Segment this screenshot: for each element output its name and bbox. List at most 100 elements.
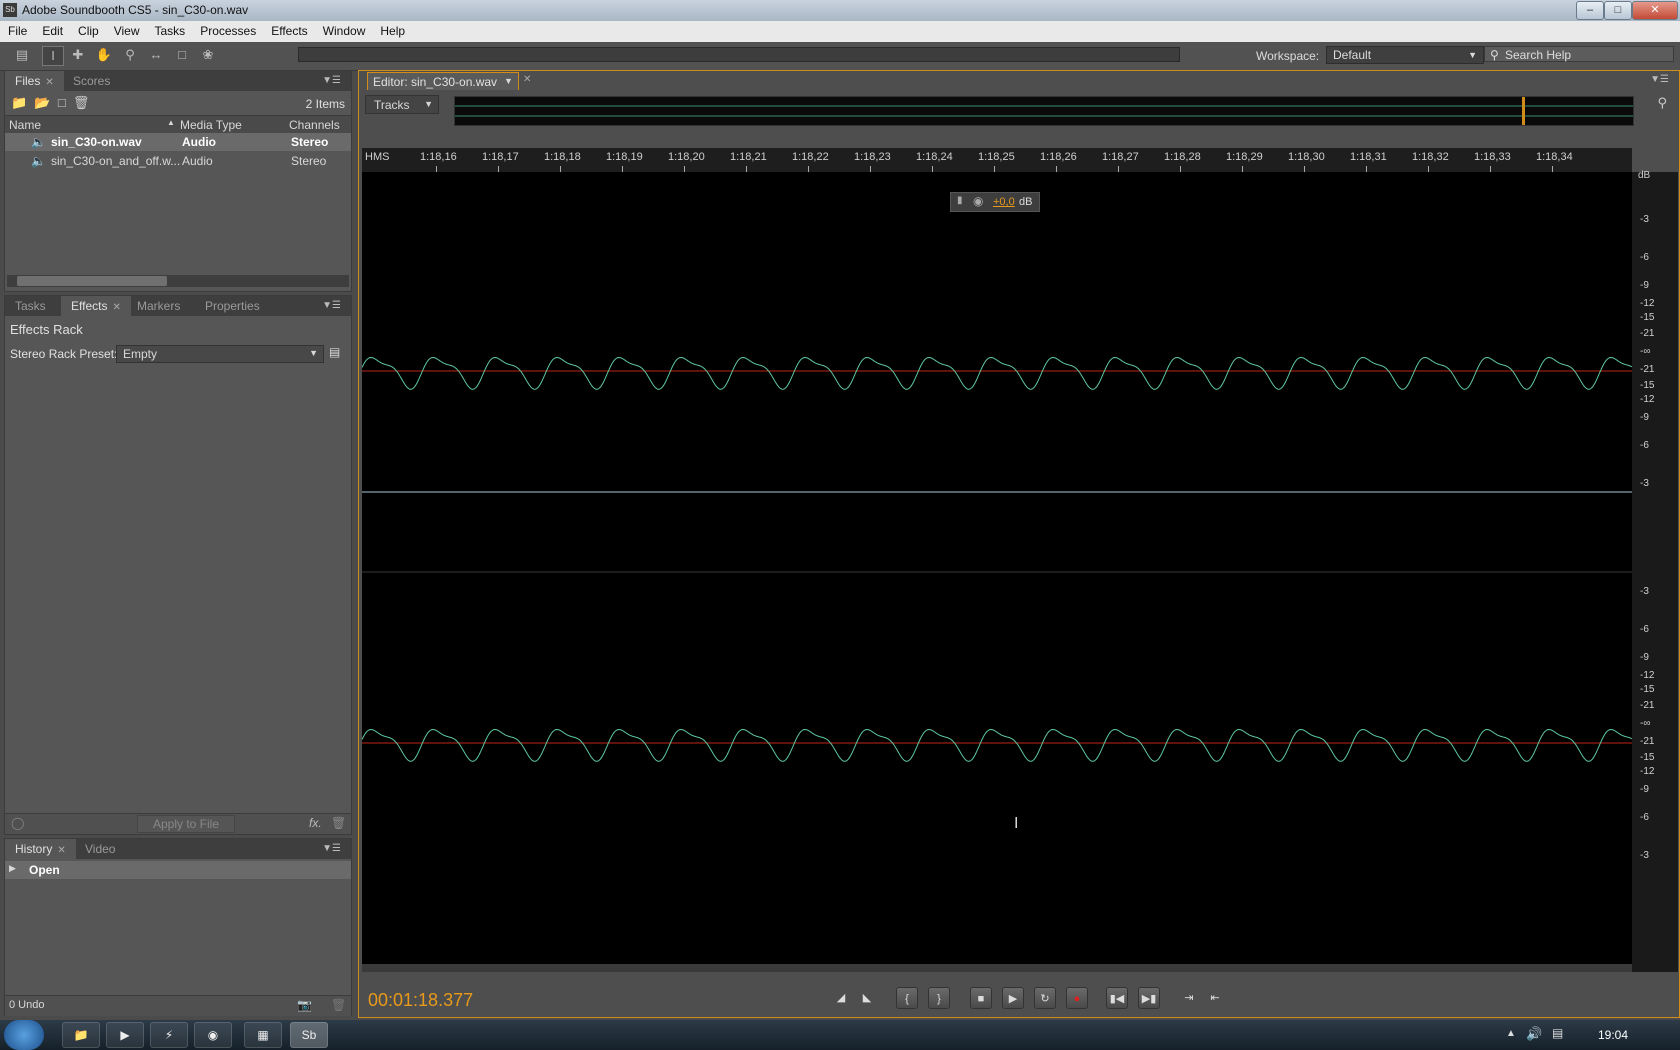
db-tick-label: -15 [1640, 752, 1655, 763]
tab-scores[interactable]: Scores [63, 71, 120, 91]
zoom-tool-icon[interactable]: ⚲ [120, 46, 140, 64]
row-channels: Stereo [291, 154, 327, 168]
loop-button[interactable]: ↻ [1034, 987, 1056, 1009]
network-icon[interactable]: ▤ [1552, 1026, 1563, 1040]
record-button[interactable]: ● [1066, 987, 1088, 1009]
overview-waveform[interactable] [454, 96, 1634, 126]
camera-icon[interactable]: 📷 [297, 998, 312, 1012]
column-channels[interactable]: Channels [289, 118, 340, 132]
db-tick-label: -15 [1640, 380, 1655, 391]
menu-edit[interactable]: Edit [34, 21, 70, 38]
db-tick-label: -12 [1640, 766, 1655, 777]
tab-history[interactable]: History ✕ [5, 839, 76, 859]
waveform-display[interactable]: ▮ ◉ +0,0 dB I [361, 172, 1633, 972]
search-placeholder: Search Help [1505, 48, 1572, 62]
tab-markers[interactable]: Markers [127, 296, 190, 316]
next-marker-button[interactable]: } [928, 987, 950, 1009]
gain-value[interactable]: +0,0 [993, 196, 1015, 208]
knob-icon[interactable]: ◉ [973, 194, 983, 208]
menu-clip[interactable]: Clip [70, 21, 106, 38]
go-to-end-button[interactable]: ▶▮ [1138, 987, 1160, 1009]
explorer-icon[interactable]: 📁 [62, 1022, 100, 1048]
menu-view[interactable]: View [106, 21, 147, 38]
tab-properties[interactable]: Properties [195, 296, 270, 316]
chevron-down-icon[interactable]: ▼ [504, 76, 513, 86]
soundbooth-taskbar-icon[interactable]: Sb [290, 1022, 328, 1048]
apply-to-file-button[interactable]: Apply to File [137, 815, 235, 833]
column-name[interactable]: Name [9, 118, 41, 132]
trash-icon[interactable]: 🗑 [331, 998, 346, 1012]
time-ruler[interactable]: HMS 1:18,16 1:18,17 1:18,18 1:18,19 1:18,20 1… [362, 148, 1632, 172]
minimize-button[interactable]: – [1576, 1, 1604, 20]
close-icon: ✕ [112, 302, 121, 313]
tab-editor[interactable]: Editor: sin_C30-on.wav ▼ [367, 72, 519, 90]
close-icon[interactable]: ✕ [523, 74, 531, 85]
db-tick-label: -6 [1640, 812, 1649, 823]
menu-window[interactable]: Window [315, 21, 373, 38]
db-tick-label: -21 [1640, 328, 1655, 339]
time-selection-tool-icon[interactable]: I [42, 46, 64, 66]
mixer-tool-icon[interactable]: ▤ [12, 46, 32, 64]
view-mode-select[interactable]: Tracks ▼ [365, 95, 439, 114]
row-name: sin_C30-on.wav [51, 135, 142, 149]
scrollbar-thumb[interactable] [17, 276, 167, 286]
menu-help[interactable]: Help [372, 21, 412, 38]
hand-tool-icon[interactable]: ✋ [94, 46, 114, 64]
ruler-tick-label: 1:18,21 [730, 151, 767, 163]
search-help-input[interactable]: ⚲ Search Help [1484, 46, 1674, 62]
db-tick-label: -9 [1640, 784, 1649, 795]
timecode-display[interactable]: 00:01:18.377 [368, 990, 473, 1011]
fade-in-icon[interactable]: ◢ [830, 987, 852, 1009]
app-icon[interactable]: ⚡ [150, 1022, 188, 1048]
files-toolbar-icons[interactable]: 📁 📂 □ 🗑 [11, 95, 89, 111]
frequency-tool-icon[interactable]: ↔ [146, 46, 166, 64]
panel-menu-icon[interactable]: ▼☰ [322, 75, 341, 86]
tray-arrow-icon[interactable]: ▲ [1506, 1028, 1516, 1039]
panel-menu-icon[interactable]: ▼☰ [322, 843, 341, 854]
fade-out-icon[interactable]: ◣ [856, 987, 878, 1009]
trash-icon[interactable]: 🗑 [331, 816, 346, 830]
panel-menu-icon[interactable]: ▼☰ [322, 300, 341, 311]
media-player-icon[interactable]: ▶ [106, 1022, 144, 1048]
prev-marker-button[interactable]: { [896, 987, 918, 1009]
zoom-search-icon[interactable]: ⚲ [1657, 95, 1667, 111]
tab-video[interactable]: Video [75, 839, 125, 859]
ruler-tick-label: 1:18,29 [1226, 151, 1263, 163]
close-button[interactable]: ✕ [1632, 1, 1678, 20]
panel-menu-icon[interactable]: ▼☰ [1650, 74, 1669, 85]
menu-processes[interactable]: Processes [192, 21, 263, 38]
preset-select[interactable]: Empty ▼ [116, 345, 324, 363]
history-item[interactable]: ▶ Open [5, 861, 351, 879]
table-row[interactable]: 🔈 sin_C30-on.wav Audio Stereo [5, 133, 351, 151]
tab-tasks[interactable]: Tasks [5, 296, 56, 316]
column-media-type[interactable]: Media Type [180, 118, 242, 132]
search-icon: ⚲ [1490, 48, 1499, 62]
clock[interactable]: 19:04 [1598, 1028, 1628, 1042]
volume-icon[interactable]: 🔊 [1526, 1026, 1542, 1042]
rectangle-marquee-icon[interactable]: □ [172, 46, 192, 64]
start-button-icon[interactable] [4, 1020, 44, 1050]
zoom-in-time-icon[interactable]: ⇥ [1178, 987, 1200, 1009]
save-preset-icon[interactable]: ▤ [329, 345, 340, 359]
lasso-tool-icon[interactable]: ❀ [198, 46, 218, 64]
terminal-icon[interactable]: ▦ [244, 1022, 282, 1048]
tab-files[interactable]: Files ✕ [5, 71, 64, 91]
maximize-button[interactable]: □ [1604, 1, 1632, 20]
zoom-out-time-icon[interactable]: ⇤ [1204, 987, 1226, 1009]
move-tool-icon[interactable]: ✚ [68, 46, 88, 64]
fx-icon[interactable]: fx. [309, 816, 322, 830]
table-row[interactable]: 🔈 sin_C30-on_and_off.w... Audio Stereo [5, 152, 351, 170]
firefox-icon[interactable]: ◉ [194, 1022, 232, 1048]
menu-tasks[interactable]: Tasks [147, 21, 193, 38]
gain-hud[interactable]: ▮ ◉ +0,0 dB [950, 192, 1040, 212]
tab-effects[interactable]: Effects ✕ [61, 296, 131, 316]
go-to-start-button[interactable]: ▮◀ [1106, 987, 1128, 1009]
horizontal-scrollbar[interactable] [7, 275, 349, 287]
workspace-select[interactable]: Default ▼ [1326, 46, 1484, 64]
power-icon[interactable]: ◯ [11, 816, 24, 830]
menu-effects[interactable]: Effects [263, 21, 314, 38]
window-title: Adobe Soundbooth CS5 - sin_C30-on.wav [22, 3, 249, 17]
menu-file[interactable]: File [0, 21, 34, 38]
stop-button[interactable]: ■ [970, 987, 992, 1009]
play-button[interactable]: ▶ [1002, 987, 1024, 1009]
